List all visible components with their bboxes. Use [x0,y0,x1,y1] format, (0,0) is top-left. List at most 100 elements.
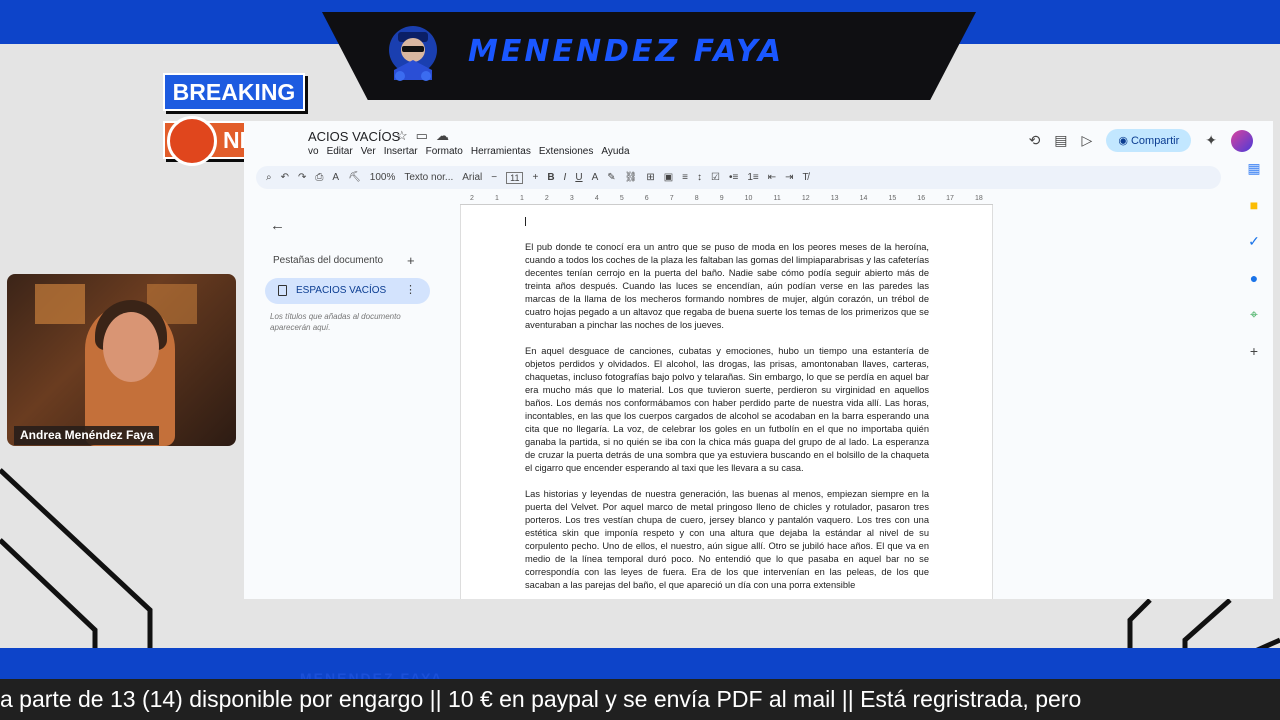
keep-icon[interactable]: ■ [1250,197,1258,213]
menu-bar: vo Editar Ver Insertar Formato Herramien… [308,146,630,157]
menu-item-insertar[interactable]: Insertar [384,146,418,157]
align-icon[interactable]: ≡ [682,172,688,183]
history-icon[interactable]: ⟲ [1029,132,1041,149]
bulleted-list-icon[interactable]: •≡ [729,172,738,183]
ruler-tick: 8 [694,195,699,202]
underline-icon[interactable]: U [575,172,582,183]
more-options-icon[interactable]: ⋮ [405,283,416,296]
redo-icon[interactable]: ↷ [298,172,306,183]
ruler-tick: 5 [619,195,624,202]
menu-item-extensiones[interactable]: Extensiones [539,146,593,157]
menu-item-herramientas[interactable]: Herramientas [471,146,531,157]
tasks-icon[interactable]: ✓ [1248,233,1260,250]
menu-item-ayuda[interactable]: Ayuda [601,146,629,157]
google-docs-window: ACIOS VACÍOS ☆ ▭ ☁ vo Editar Ver Inserta… [244,121,1273,599]
ruler-tick: 18 [975,195,983,202]
highlight-icon[interactable]: ✎ [607,172,615,183]
breaking-label: BREAKING [163,73,305,111]
ruler-tick: 14 [859,195,868,202]
tab-label: ESPACIOS VACÍOS [296,285,387,296]
text-cursor [525,217,526,226]
ruler-tick: 11 [773,195,781,202]
spellcheck-icon[interactable]: A [332,172,339,183]
ruler-tick: 4 [594,195,599,202]
formatting-toolbar: ⌕ ↶ ↷ ⎙ A ⛏ 100% Texto nor... Arial − 11… [256,166,1221,189]
add-tab-button[interactable]: + [407,253,415,268]
decrease-size-icon[interactable]: − [491,172,497,183]
zoom-select[interactable]: 100% [370,172,396,183]
indent-more-icon[interactable]: ⇥ [785,172,793,183]
paragraph[interactable]: El pub donde te conocí era un antro que … [525,241,929,332]
comments-icon[interactable]: ▤ [1054,132,1067,149]
title-icons: ☆ ▭ ☁ [396,128,449,144]
ruler-tick: 2 [544,195,549,202]
banner-title: MENENDEZ FAYA [468,34,785,69]
menu-item-editar[interactable]: Editar [327,146,353,157]
tabs-heading: Pestañas del documento [273,255,384,266]
contacts-icon[interactable]: ● [1250,270,1258,286]
webcam-feed: Andrea Menéndez Faya [7,274,236,446]
bold-icon[interactable]: B [547,172,554,183]
font-select[interactable]: Arial [462,172,482,183]
meet-icon[interactable]: ▷ [1082,132,1093,149]
ruler-tick: 13 [830,195,839,202]
comment-icon[interactable]: ⊞ [646,172,654,183]
ruler-tick: 3 [569,195,574,202]
add-addon-icon[interactable]: + [1250,343,1258,359]
channel-banner: MENENDEZ FAYA [322,12,976,100]
calendar-icon[interactable]: ▦ [1247,160,1260,177]
bottom-blue-band [0,648,1280,680]
document-body[interactable]: El pub donde te conocí era un antro que … [525,241,929,599]
checklist-icon[interactable]: ☑ [711,172,720,183]
gemini-icon[interactable]: ✦ [1205,132,1217,149]
paragraph[interactable]: Las historias y leyendas de nuestra gene… [525,488,929,592]
font-size-input[interactable]: 11 [506,171,524,184]
style-select[interactable]: Texto nor... [404,172,453,183]
share-label: Compartir [1130,135,1180,147]
print-icon[interactable]: ⎙ [315,172,323,183]
text-color-icon[interactable]: A [592,172,599,183]
ruler-tick: 10 [744,195,753,202]
webcam-name-tag: Andrea Menéndez Faya [14,426,160,445]
avatar[interactable] [1231,129,1253,152]
document-title[interactable]: ACIOS VACÍOS [308,129,400,144]
ruler-tick: 6 [644,195,649,202]
ruler-tick: 12 [801,195,810,202]
maps-icon[interactable]: ⌖ [1250,306,1258,323]
background-window [35,284,85,324]
mascot-logo-icon [389,26,437,81]
search-icon[interactable]: ⌕ [266,172,272,183]
share-button[interactable]: ◉ Compartir [1106,129,1192,152]
header-tools: ⟲ ▤ ▷ ◉ Compartir ✦ [1029,129,1253,152]
ruler-tick: 1 [494,195,499,202]
clear-format-icon[interactable]: T̸ [803,172,809,183]
line-spacing-icon[interactable]: ↕ [697,172,702,183]
image-icon[interactable]: ▣ [664,172,673,183]
paragraph[interactable]: En aquel desguace de canciones, cubatas … [525,345,929,475]
star-icon[interactable]: ☆ [396,128,408,144]
ruler-tick: 9 [719,195,724,202]
indent-less-icon[interactable]: ⇤ [768,172,776,183]
folder-icon[interactable]: ▭ [416,128,428,144]
ruler-tick: 15 [888,195,897,202]
ruler-tick: 16 [917,195,926,202]
link-icon[interactable]: ⛓ [625,172,638,183]
increase-size-icon[interactable]: + [532,172,538,183]
globe-small-icon: ◉ [1118,135,1131,147]
undo-icon[interactable]: ↶ [281,172,289,183]
menu-item[interactable]: vo [308,146,319,157]
side-apps-rail: ▦ ■ ✓ ● ⌖ + [1240,160,1268,359]
numbered-list-icon[interactable]: 1≡ [747,172,758,183]
menu-item-ver[interactable]: Ver [361,146,376,157]
cloud-icon[interactable]: ☁ [436,128,449,144]
ruler-tick: 7 [669,195,674,202]
italic-icon[interactable]: I [564,172,567,183]
ruler[interactable]: 2 1 1 2 3 4 5 6 7 8 9 10 11 12 13 14 15 16 17 18 [460,195,993,205]
ruler-tick: 1 [519,195,524,202]
tab-hint: Los títulos que añadas al documento apar… [270,312,401,332]
paint-format-icon[interactable]: ⛏ [348,172,361,183]
tab-espacios-vacios[interactable]: ESPACIOS VACÍOS ⋮ [265,278,430,304]
document-page[interactable]: El pub donde te conocí era un antro que … [460,205,993,599]
menu-item-formato[interactable]: Formato [426,146,463,157]
back-arrow-icon[interactable]: ← [270,217,285,234]
